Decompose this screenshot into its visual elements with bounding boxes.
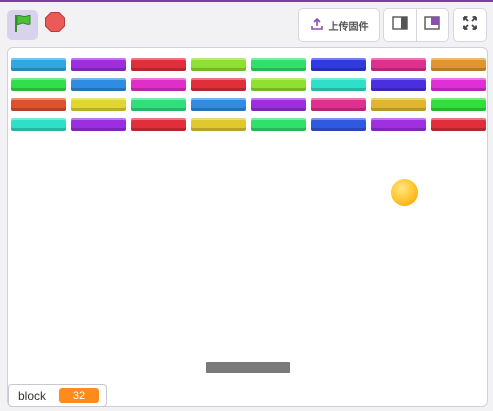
stop-icon [44,11,66,38]
variable-monitor-block[interactable]: block 32 [8,384,107,407]
small-stage-button[interactable] [384,9,416,41]
brick [131,118,186,131]
brick [431,118,486,131]
brick [71,98,126,111]
brick [11,118,66,131]
brick [191,78,246,91]
brick [371,98,426,111]
brick [11,78,66,91]
upload-firmware-label: 上传固件 [328,21,369,33]
upload-icon [310,17,324,34]
upload-firmware-button[interactable]: 上传固件 [298,8,380,42]
fullscreen-icon [462,15,478,36]
variable-name: block [18,388,47,403]
brick [191,98,246,111]
brick [251,98,306,111]
brick [371,78,426,91]
brick [431,58,486,71]
stop-button[interactable] [43,11,67,38]
brick [191,58,246,71]
small-stage-icon [392,15,408,35]
brick [191,118,246,131]
brick [431,98,486,111]
brick [371,118,426,131]
variable-value: 32 [59,388,99,403]
paddle [206,362,290,373]
large-stage-icon [424,15,440,35]
brick [251,78,306,91]
green-flag-icon [12,12,34,39]
fullscreen-button[interactable] [453,8,487,42]
ball [391,179,418,206]
stage-size-toggle [383,8,449,42]
brick [131,78,186,91]
brick [311,98,366,111]
brick [251,118,306,131]
brick [71,118,126,131]
brick [431,78,486,91]
game-stage[interactable] [7,47,488,407]
stage-toolbar: 上传固件 [0,2,493,46]
brick [311,58,366,71]
brick [11,58,66,71]
brick [131,58,186,71]
green-flag-button[interactable] [7,10,38,40]
brick [251,58,306,71]
brick [371,58,426,71]
brick [131,98,186,111]
brick [311,118,366,131]
large-stage-button[interactable] [415,9,449,41]
brick [311,78,366,91]
brick [11,98,66,111]
brick [71,78,126,91]
brick [71,58,126,71]
